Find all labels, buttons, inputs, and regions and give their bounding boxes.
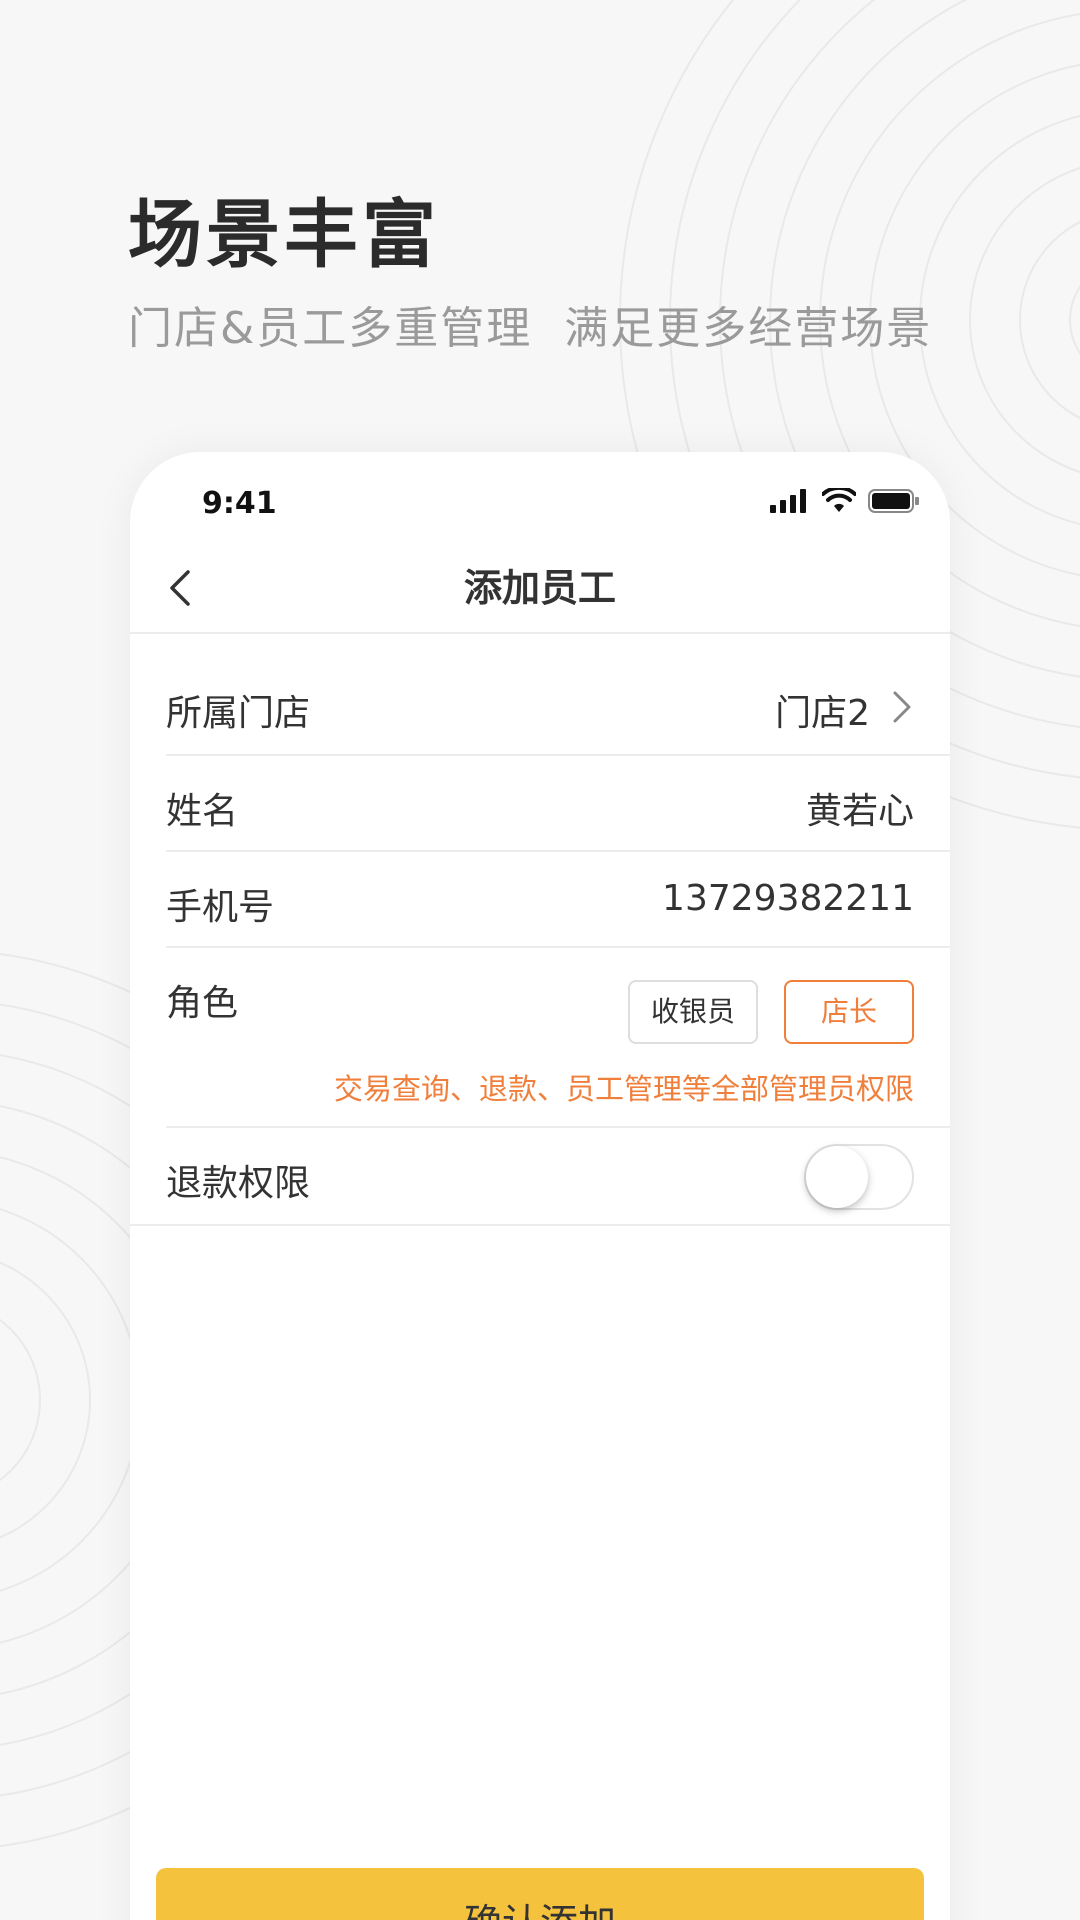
store-value: 门店2 — [775, 693, 870, 734]
nav-bar: 添加员工 — [130, 542, 950, 634]
phone-value[interactable]: 13729382211 — [662, 878, 914, 919]
toggle-knob — [806, 1146, 868, 1208]
battery-icon — [868, 489, 919, 513]
wifi-icon — [822, 488, 856, 512]
hero-subtitle: 门店&员工多重管理 满足更多经营场景 — [128, 303, 933, 354]
chevron-right-icon — [893, 691, 911, 723]
name-value[interactable]: 黄若心 — [806, 782, 914, 834]
signal-icon — [770, 489, 806, 513]
name-row[interactable]: 姓名 黄若心 — [166, 756, 950, 852]
status-time: 9:41 — [202, 486, 277, 521]
page: 场景丰富 门店&员工多重管理 满足更多经营场景 9:41 添加员工 所属门店 门… — [0, 0, 1080, 1920]
role-label: 角色 — [166, 983, 239, 1024]
role-description: 交易查询、退款、员工管理等全部管理员权限 — [333, 1072, 914, 1106]
nav-title: 添加员工 — [463, 566, 616, 610]
phone-label: 手机号 — [166, 887, 275, 928]
back-button[interactable] — [152, 560, 208, 616]
phone-frame: 9:41 添加员工 所属门店 门店2 姓名 黄若心 手机号 1372938221… — [130, 452, 950, 1920]
role-row: 角色 收银员 店长 交易查询、退款、员工管理等全部管理员权限 — [166, 948, 950, 1128]
refund-label: 退款权限 — [166, 1163, 311, 1204]
status-icons — [770, 488, 920, 514]
name-label: 姓名 — [166, 791, 239, 832]
confirm-add-button[interactable]: 确认添加 — [156, 1868, 924, 1920]
divider — [130, 1224, 950, 1226]
role-option-manager[interactable]: 店长 — [784, 980, 914, 1044]
refund-row: 退款权限 — [166, 1128, 950, 1224]
store-row[interactable]: 所属门店 门店2 — [166, 660, 950, 756]
chevron-left-icon — [170, 570, 190, 606]
phone-row[interactable]: 手机号 13729382211 — [166, 852, 950, 948]
hero-title: 场景丰富 — [128, 192, 440, 278]
role-option-cashier[interactable]: 收银员 — [628, 980, 758, 1044]
refund-toggle[interactable] — [804, 1144, 914, 1210]
store-label: 所属门店 — [166, 693, 311, 734]
status-bar: 9:41 — [130, 452, 950, 542]
